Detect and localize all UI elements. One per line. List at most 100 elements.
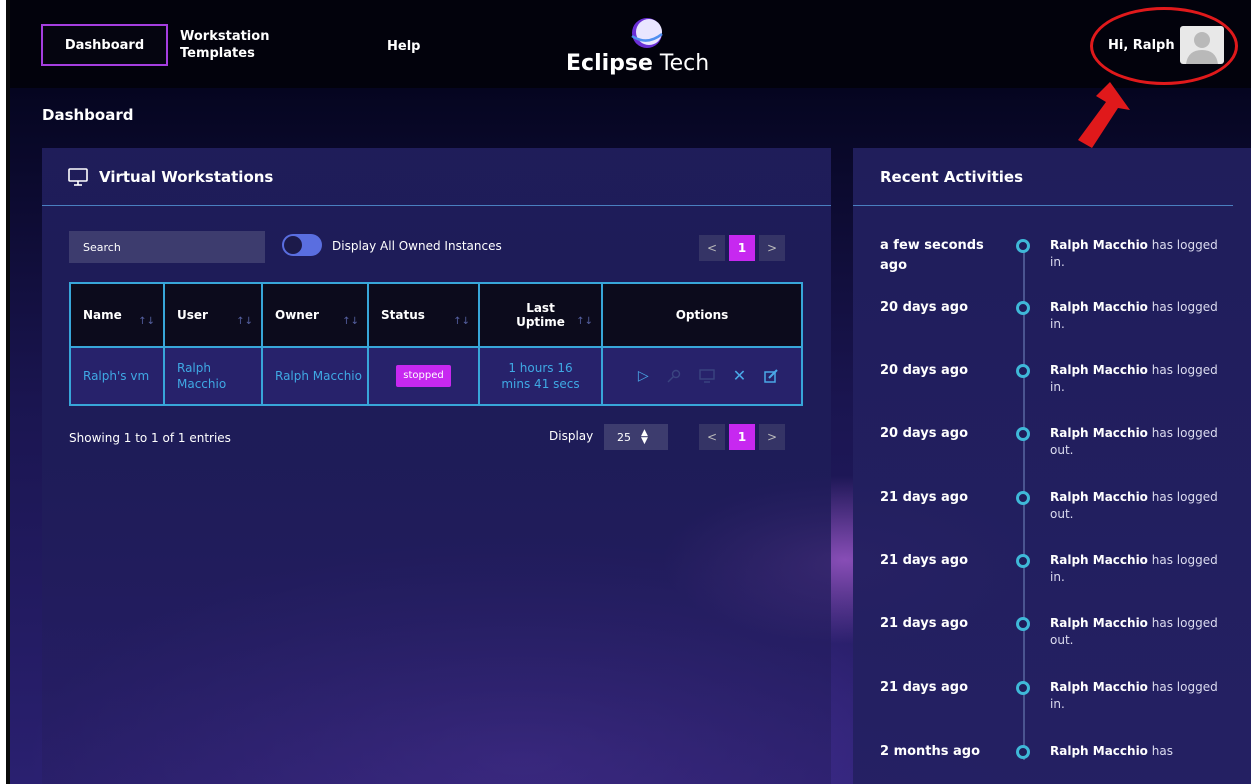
column-header-user[interactable]: User ↑↓ [163, 282, 263, 348]
nav-dashboard-button[interactable]: Dashboard [41, 24, 168, 66]
page-1-button[interactable]: 1 [729, 235, 755, 261]
uptime-value: 1 hours 16 mins 41 secs [501, 361, 580, 391]
activity-item: 20 days ago Ralph Macchio has logged in. [853, 298, 1251, 348]
bottom-pagination: < 1 > [699, 424, 785, 450]
activity-item: 21 days ago Ralph Macchio has logged in. [853, 551, 1251, 601]
activity-item: 21 days ago Ralph Macchio has logged out… [853, 488, 1251, 538]
eclipse-logo-icon [631, 18, 663, 48]
workstations-table: Name ↑↓ User ↑↓ Owner ↑↓ Status ↑↓ Last Upti… [69, 282, 803, 406]
timeline-dot-icon [1016, 681, 1030, 695]
activity-time: 20 days ago [880, 300, 969, 315]
display-count-value: 25 [617, 430, 631, 444]
timeline-dot-icon [1016, 364, 1030, 378]
status-badge: stopped [396, 365, 451, 387]
activity-user: Ralph Macchio [1050, 616, 1148, 630]
activity-text: Ralph Macchio has logged in. [1050, 299, 1220, 333]
table-row: Ralph's vm Ralph Macchio Ralph Macchio s… [69, 346, 803, 406]
activity-item: 2 months ago Ralph Macchio has [853, 742, 1251, 784]
column-header-last-uptime[interactable]: Last Uptime ↑↓ [478, 282, 603, 348]
display-count-select[interactable]: 25 ▲ ▼ [604, 424, 668, 450]
column-header-options: Options [601, 282, 803, 348]
cell-options: ▷ ✕ [601, 346, 803, 406]
timeline-dot-icon [1016, 617, 1030, 631]
showing-entries-text: Showing 1 to 1 of 1 entries [69, 431, 231, 445]
column-owner-label: Owner [275, 308, 319, 322]
row-actions: ▷ ✕ [615, 368, 801, 384]
close-icon[interactable]: ✕ [733, 368, 746, 384]
column-header-status[interactable]: Status ↑↓ [367, 282, 480, 348]
activity-item: 21 days ago Ralph Macchio has logged in. [853, 678, 1251, 728]
activity-item: 21 days ago Ralph Macchio has logged out… [853, 614, 1251, 664]
column-options-label: Options [675, 308, 729, 322]
activity-user: Ralph Macchio [1050, 490, 1148, 504]
column-header-owner[interactable]: Owner ↑↓ [261, 282, 369, 348]
activity-user: Ralph Macchio [1050, 363, 1148, 377]
play-icon[interactable]: ▷ [638, 368, 649, 384]
sort-icon[interactable]: ↑↓ [342, 316, 359, 327]
sort-icon[interactable]: ↑↓ [138, 316, 155, 327]
monitor-icon[interactable] [698, 369, 715, 383]
updown-caret-icon: ▲ ▼ [641, 428, 648, 446]
cell-user: Ralph Macchio [163, 346, 263, 406]
sort-icon[interactable]: ↑↓ [453, 316, 470, 327]
activity-text: Ralph Macchio has logged in. [1050, 679, 1220, 713]
activity-text: Ralph Macchio has [1050, 743, 1220, 760]
toggle-knob [284, 236, 302, 254]
top-pagination: < 1 > [699, 235, 785, 261]
window-edge-shadow [6, 0, 10, 784]
next-page-button[interactable]: > [759, 424, 785, 450]
logo-bold-text: Eclipse [566, 51, 653, 76]
activity-action: has [1147, 744, 1173, 758]
activity-text: Ralph Macchio has logged in. [1050, 552, 1220, 586]
cell-name[interactable]: Ralph's vm [69, 346, 165, 406]
activity-text: Ralph Macchio has logged out. [1050, 425, 1220, 459]
column-header-name[interactable]: Name ↑↓ [69, 282, 165, 348]
logo-text: Eclipse Tech [566, 51, 709, 76]
activity-user: Ralph Macchio [1050, 744, 1148, 758]
activity-text: Ralph Macchio has logged in. [1050, 362, 1220, 396]
activity-item: 20 days ago Ralph Macchio has logged out… [853, 424, 1251, 474]
activity-user: Ralph Macchio [1050, 426, 1148, 440]
activities-title: Recent Activities [880, 168, 1024, 186]
display-owned-toggle[interactable] [282, 234, 322, 256]
activity-text: Ralph Macchio has logged in. [1050, 237, 1220, 271]
next-page-button[interactable]: > [759, 235, 785, 261]
edit-icon[interactable] [764, 369, 778, 383]
activity-time: a few seconds ago [880, 238, 984, 273]
activity-time: 21 days ago [880, 490, 969, 505]
timeline-dot-icon [1016, 239, 1030, 253]
activity-time: 21 days ago [880, 553, 969, 568]
activity-text: Ralph Macchio has logged out. [1050, 489, 1220, 523]
search-input[interactable] [69, 231, 265, 263]
sort-icon[interactable]: ↑↓ [236, 316, 253, 327]
column-uptime-label: Last Uptime [516, 301, 565, 329]
column-status-label: Status [381, 308, 425, 322]
activity-time: 21 days ago [880, 680, 969, 695]
timeline-dot-icon [1016, 554, 1030, 568]
column-name-label: Name [83, 308, 122, 322]
key-icon[interactable] [667, 369, 681, 383]
activity-text: Ralph Macchio has logged out. [1050, 615, 1220, 649]
timeline-dot-icon [1016, 745, 1030, 759]
prev-page-button[interactable]: < [699, 424, 725, 450]
nav-help-link[interactable]: Help [387, 38, 420, 55]
prev-page-button[interactable]: < [699, 235, 725, 261]
activity-item: 20 days ago Ralph Macchio has logged in. [853, 361, 1251, 411]
activity-item: a few seconds ago Ralph Macchio has logg… [853, 236, 1251, 286]
page-1-button[interactable]: 1 [729, 424, 755, 450]
cell-owner: Ralph Macchio [261, 346, 369, 406]
activity-time: 2 months ago [880, 744, 981, 759]
timeline-dot-icon [1016, 491, 1030, 505]
timeline-dot-icon [1016, 427, 1030, 441]
recent-activities-panel: Recent Activities a few seconds ago Ralp… [853, 148, 1251, 784]
activity-time: 20 days ago [880, 363, 969, 378]
activities-header: Recent Activities [853, 148, 1233, 206]
display-label: Display [549, 429, 594, 443]
nav-workstation-templates-link[interactable]: Workstation Templates [180, 28, 290, 62]
annotation-circle [1090, 7, 1238, 85]
activity-user: Ralph Macchio [1050, 238, 1148, 252]
eclipse-tech-logo[interactable]: Eclipse Tech [566, 16, 726, 76]
cell-uptime: 1 hours 16 mins 41 secs [478, 346, 603, 406]
sort-icon[interactable]: ↑↓ [576, 316, 593, 327]
timeline-dot-icon [1016, 301, 1030, 315]
